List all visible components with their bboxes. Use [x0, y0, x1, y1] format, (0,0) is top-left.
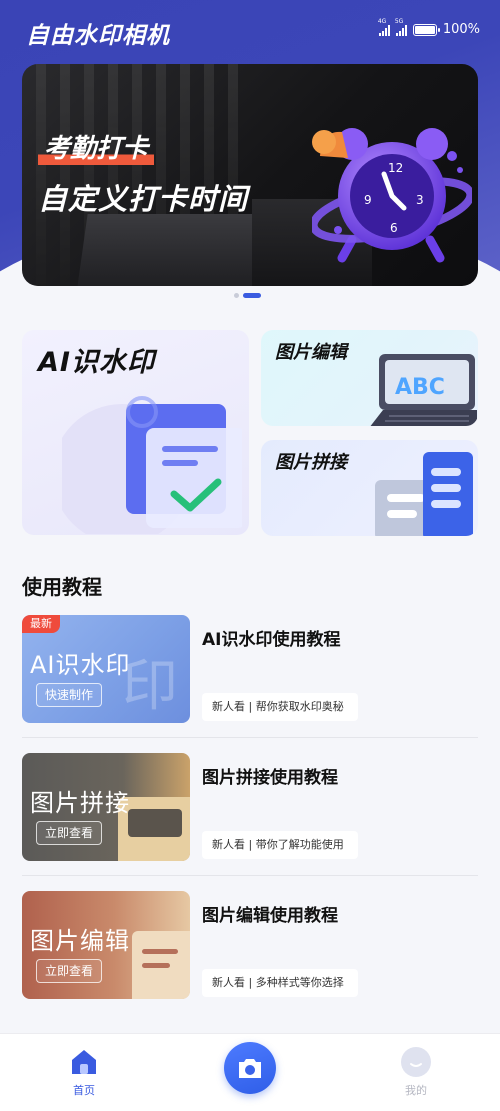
tutorial-thumbnail: 图片拼接 立即查看: [22, 753, 190, 861]
home-icon: [72, 1050, 96, 1074]
laptop-abc-icon: ABC: [370, 354, 477, 426]
image-stitch-label: 图片拼接: [275, 452, 347, 473]
alarm-clock-icon: 12 9 3 6: [312, 128, 472, 263]
tutorial-thumb-button[interactable]: 快速制作: [36, 683, 103, 707]
tutorial-thumb-text: 图片编辑: [30, 927, 130, 955]
camera-icon: [239, 1059, 261, 1078]
svg-text:3: 3: [416, 193, 424, 207]
battery-icon: [412, 23, 440, 36]
ai-watermark-card[interactable]: AI识水印: [22, 330, 249, 535]
svg-text:6: 6: [390, 221, 398, 235]
nav-mine[interactable]: 我的: [386, 1046, 446, 1098]
battery-level: 100%: [442, 22, 480, 37]
tutorial-thumb-text: 图片拼接: [30, 789, 130, 817]
tutorial-tag: 新人看 | 带你了解功能使用: [202, 831, 358, 859]
ai-watermark-label: AI识水印: [38, 347, 155, 378]
app-title: 自由水印相机: [26, 23, 170, 49]
divider: [22, 737, 478, 738]
tutorial-item[interactable]: 图片拼接 立即查看 图片拼接使用教程 新人看 | 带你了解功能使用: [22, 753, 478, 876]
nav-home[interactable]: 首页: [54, 1046, 114, 1098]
image-stitch-card[interactable]: 图片拼接: [261, 440, 478, 536]
banner-subtitle: 自定义打卡时间: [38, 182, 249, 216]
nav-home-label: 首页: [73, 1084, 95, 1097]
svg-text:12: 12: [388, 161, 403, 175]
image-edit-card[interactable]: 图片编辑 ABC: [261, 330, 478, 426]
image-edit-label: 图片编辑: [275, 342, 347, 363]
tutorial-item[interactable]: 印 AI识水印 快速制作 最新 AI识水印使用教程 新人看 | 帮你获取水印奥秘: [22, 615, 478, 738]
tutorial-title: 图片拼接使用教程: [202, 768, 338, 788]
tutorial-title: 图片编辑使用教程: [202, 906, 338, 926]
banner-title: 考勤打卡: [38, 128, 155, 165]
svg-text:9: 9: [364, 193, 372, 207]
laptop-abc-text: ABC: [395, 375, 445, 400]
new-badge: 最新: [22, 615, 60, 633]
tutorials-heading: 使用教程: [22, 575, 102, 599]
banner-pagination: [234, 293, 261, 298]
divider: [22, 875, 478, 876]
tutorial-tag: 新人看 | 帮你获取水印奥秘: [202, 693, 358, 721]
status-bar: 4G 5G 100%: [378, 18, 480, 38]
tutorial-thumb-button[interactable]: 立即查看: [36, 821, 103, 845]
profile-icon: [401, 1047, 431, 1077]
tutorial-thumbnail: 印 AI识水印 快速制作 最新: [22, 615, 190, 723]
tutorial-thumb-button[interactable]: 立即查看: [36, 959, 103, 983]
tutorial-tag: 新人看 | 多种样式等你选择: [202, 969, 358, 997]
pagination-dot-active[interactable]: [243, 293, 261, 298]
promo-banner[interactable]: 考勤打卡 自定义打卡时间 12 9 3 6: [22, 64, 478, 286]
signal-icon: 4G: [378, 18, 390, 36]
camera-button[interactable]: [224, 1042, 276, 1094]
tutorial-thumb-text: AI识水印: [30, 651, 131, 679]
tutorial-title: AI识水印使用教程: [202, 630, 341, 650]
stitch-panels-icon: [375, 452, 473, 536]
tutorial-item[interactable]: 图片编辑 立即查看 图片编辑使用教程 新人看 | 多种样式等你选择: [22, 891, 478, 1001]
signal-icon: 5G: [395, 18, 407, 36]
pagination-dot[interactable]: [234, 293, 239, 298]
document-check-icon: [62, 396, 242, 534]
nav-mine-label: 我的: [405, 1084, 427, 1097]
tutorial-thumbnail: 图片编辑 立即查看: [22, 891, 190, 999]
